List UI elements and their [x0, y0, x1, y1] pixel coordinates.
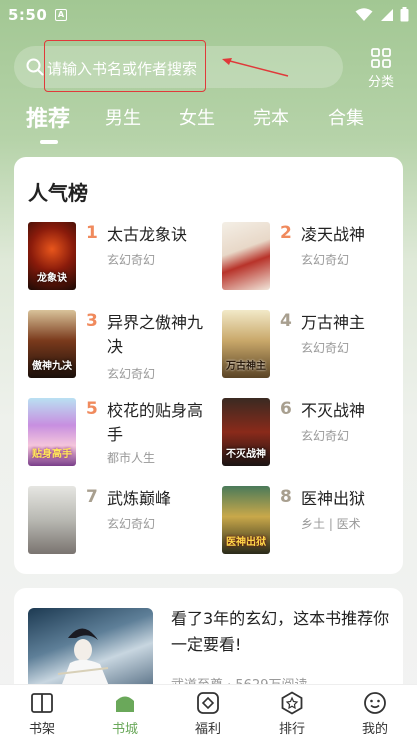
- tab-bar: 推荐 男生 女生 完本 合集: [0, 104, 417, 148]
- book-item[interactable]: 贴身高手 5 校花的贴身高手 都市人生: [28, 398, 213, 470]
- annotation-arrow: [222, 58, 289, 77]
- book-item[interactable]: 傲神九决 3 异界之傲神九决 玄幻奇幻: [28, 310, 213, 382]
- tab-male[interactable]: 男生: [105, 104, 141, 130]
- book-title: 万古神主: [301, 313, 366, 332]
- book-item[interactable]: 龙象诀 1 太古龙象诀 玄幻奇幻: [28, 222, 213, 294]
- book-item[interactable]: 7 武炼巅峰 玄幻奇幻: [28, 486, 213, 558]
- status-time: 5:50: [8, 6, 48, 24]
- book-rank: 3: [86, 311, 98, 331]
- book-cover: [28, 486, 76, 554]
- nav-profile[interactable]: 我的: [345, 691, 405, 737]
- cover-text: 龙象诀: [37, 273, 67, 284]
- nav-ranking[interactable]: 排行: [262, 691, 322, 737]
- book-title: 武炼巅峰: [107, 489, 172, 508]
- nav-label: 排行: [278, 722, 305, 737]
- tab-completed[interactable]: 完本: [253, 104, 289, 130]
- status-bar: 5:50 A: [0, 0, 417, 30]
- grid-icon: [371, 48, 391, 68]
- book-genre: 玄幻奇幻: [301, 429, 350, 443]
- book-rank: 2: [280, 223, 292, 243]
- nav-bookshelf[interactable]: 书架: [12, 691, 72, 737]
- book-title: 不灭战神: [301, 401, 366, 420]
- recommend-text: 看了3年的玄幻，这本书推荐你一定要看!: [171, 609, 390, 654]
- book-rank: 8: [280, 487, 292, 507]
- cover-text: 贴身高手: [32, 449, 72, 460]
- book-cover: 万古神主: [222, 310, 270, 378]
- tab-collection[interactable]: 合集: [328, 104, 364, 130]
- category-button[interactable]: 分类: [358, 46, 404, 90]
- bottom-nav: 书架 书城 福利 排行 我的: [0, 684, 417, 741]
- battery-icon: [400, 7, 409, 22]
- book-genre: 玄幻奇幻: [107, 253, 156, 267]
- ranking-icon: [281, 691, 303, 715]
- status-icons: [355, 7, 409, 22]
- book-cover: 贴身高手: [28, 398, 76, 466]
- tab-indicator: [40, 140, 58, 144]
- cover-text: 不灭战神: [226, 449, 266, 460]
- nav-bookstore[interactable]: 书城: [95, 691, 155, 737]
- book-cover: 傲神九决: [28, 310, 76, 378]
- book-rank: 6: [280, 399, 292, 419]
- profile-icon: [364, 692, 386, 714]
- book-genre: 乡土 | 医术: [301, 517, 361, 531]
- book-item[interactable]: 医神出狱 8 医神出狱 乡土 | 医术: [222, 486, 407, 558]
- category-label: 分类: [367, 75, 394, 90]
- book-cover: 不灭战神: [222, 398, 270, 466]
- cover-text: 傲神九决: [32, 361, 72, 372]
- nav-label: 我的: [361, 722, 388, 737]
- annotation-highlight-box: [44, 40, 206, 92]
- popular-card: 人气榜 龙象诀 1 太古龙象诀 玄幻奇幻 2 凌天战神 玄幻奇幻 傲神九决 3 …: [14, 157, 403, 574]
- book-title: 太古龙象诀: [107, 225, 188, 244]
- book-genre: 玄幻奇幻: [301, 253, 350, 267]
- status-indicator-icon: A: [55, 9, 67, 21]
- gift-icon: [197, 692, 219, 714]
- signal-icon: [381, 8, 393, 21]
- book-title: 凌天战神: [301, 225, 366, 244]
- book-rank: 4: [280, 311, 292, 331]
- book-title: 医神出狱: [301, 489, 366, 508]
- book-genre: 玄幻奇幻: [107, 367, 156, 381]
- book-title: 校花的贴身高手: [107, 401, 204, 444]
- search-icon: [26, 58, 44, 76]
- book-item[interactable]: 不灭战神 6 不灭战神 玄幻奇幻: [222, 398, 407, 470]
- nav-label: 书架: [28, 722, 55, 737]
- book-genre: 玄幻奇幻: [107, 517, 156, 531]
- popular-title: 人气榜: [28, 181, 88, 205]
- book-title: 异界之傲神九决: [107, 313, 204, 356]
- wifi-icon: [355, 7, 373, 21]
- nav-welfare[interactable]: 福利: [178, 691, 238, 737]
- book-cover: [222, 222, 270, 290]
- book-rank: 1: [86, 223, 98, 243]
- tab-female[interactable]: 女生: [179, 104, 215, 130]
- nav-label: 书城: [111, 722, 138, 737]
- book-genre: 都市人生: [107, 451, 156, 465]
- book-item[interactable]: 万古神主 4 万古神主 玄幻奇幻: [222, 310, 407, 382]
- book-cover: 龙象诀: [28, 222, 76, 290]
- book-rank: 7: [86, 487, 98, 507]
- nav-label: 福利: [194, 722, 221, 737]
- cover-text: 医神出狱: [226, 537, 266, 548]
- book-rank: 5: [86, 399, 98, 419]
- book-cover: 医神出狱: [222, 486, 270, 554]
- cover-text: 万古神主: [226, 361, 266, 372]
- book-item[interactable]: 2 凌天战神 玄幻奇幻: [222, 222, 407, 294]
- tab-recommend[interactable]: 推荐: [26, 101, 70, 133]
- store-icon: [116, 696, 134, 712]
- book-icon: [31, 693, 53, 713]
- book-genre: 玄幻奇幻: [301, 341, 350, 355]
